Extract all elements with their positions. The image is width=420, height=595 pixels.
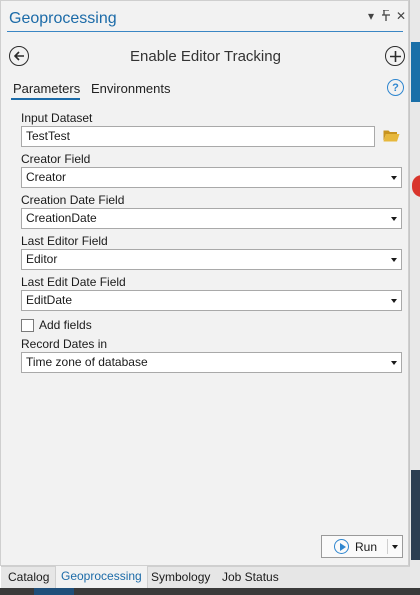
background-indicator (412, 175, 420, 197)
background-tab (411, 470, 420, 560)
record-dates-field: Record Dates in Time zone of database (21, 337, 403, 373)
background-app-edge (409, 0, 420, 595)
last-edit-date-field-select[interactable]: EditDate (21, 290, 402, 311)
titlebar-controls: ▾ ✕ (366, 9, 406, 23)
run-split-divider (387, 539, 388, 554)
creation-date-field: Creation Date Field CreationDate (21, 193, 403, 229)
play-icon (334, 539, 349, 554)
tab-parameters[interactable]: Parameters (13, 81, 80, 96)
record-dates-value: Time zone of database (26, 355, 148, 369)
last-editor-field-select[interactable]: Editor (21, 249, 402, 270)
chevron-down-icon (391, 258, 397, 262)
close-icon[interactable]: ✕ (396, 10, 406, 23)
last-editor-field: Last Editor Field Editor (21, 234, 403, 270)
tab-job-status[interactable]: Job Status (217, 567, 284, 589)
chevron-down-icon (391, 299, 397, 303)
input-dataset-label: Input Dataset (21, 111, 93, 125)
add-fields-row: Add fields (21, 317, 92, 333)
background-taskbar (0, 588, 420, 595)
creation-date-field-select[interactable]: CreationDate (21, 208, 402, 229)
add-button[interactable] (385, 46, 405, 66)
tool-header: Enable Editor Tracking (1, 41, 410, 71)
creator-field: Creator Field Creator (21, 152, 403, 188)
background-tab (411, 42, 420, 102)
chevron-down-icon (391, 361, 397, 365)
tab-catalog[interactable]: Catalog (3, 567, 54, 589)
pane-titlebar: Geoprocessing ▾ ✕ (1, 1, 410, 37)
help-icon[interactable]: ? (387, 79, 404, 96)
tab-environments[interactable]: Environments (91, 81, 170, 96)
last-edit-date-field-value: EditDate (26, 293, 73, 307)
bottom-tab-bar: Catalog Geoprocessing Symbology Job Stat… (1, 566, 410, 589)
tab-geoprocessing[interactable]: Geoprocessing (55, 566, 148, 589)
pane-title: Geoprocessing (9, 10, 117, 27)
pin-icon[interactable] (381, 9, 391, 23)
background-segment (34, 588, 74, 595)
last-editor-field-value: Editor (26, 252, 58, 266)
chevron-down-icon (391, 176, 397, 180)
creator-field-select[interactable]: Creator (21, 167, 402, 188)
active-tab-indicator (11, 98, 80, 100)
creator-field-label: Creator Field (21, 152, 91, 166)
last-edit-date-field-label: Last Edit Date Field (21, 275, 126, 289)
tool-title: Enable Editor Tracking (130, 48, 281, 65)
tab-symbology[interactable]: Symbology (146, 567, 215, 589)
add-fields-checkbox[interactable] (21, 318, 34, 332)
record-dates-label: Record Dates in (21, 337, 108, 351)
run-button[interactable]: Run (321, 535, 403, 558)
input-dataset-field: Input Dataset TestTest (21, 111, 403, 147)
title-underline (7, 31, 403, 32)
tool-tabs: Parameters Environments ? (1, 79, 410, 101)
geoprocessing-pane: Geoprocessing ▾ ✕ Enable Editor Tracking… (0, 0, 410, 589)
chevron-down-icon[interactable] (392, 545, 398, 549)
pane-menu-icon[interactable]: ▾ (366, 10, 376, 23)
creator-field-value: Creator (26, 170, 67, 184)
last-editor-field-label: Last Editor Field (21, 234, 108, 248)
last-edit-date-field: Last Edit Date Field EditDate (21, 275, 403, 311)
folder-open-icon[interactable] (383, 129, 400, 142)
input-dataset-input[interactable]: TestTest (21, 126, 375, 147)
creation-date-field-label: Creation Date Field (21, 193, 125, 207)
run-label: Run (355, 539, 378, 554)
add-fields-label: Add fields (39, 318, 92, 332)
creation-date-field-value: CreationDate (26, 211, 97, 225)
plus-icon (389, 50, 401, 62)
record-dates-select[interactable]: Time zone of database (21, 352, 402, 373)
chevron-down-icon (391, 217, 397, 221)
